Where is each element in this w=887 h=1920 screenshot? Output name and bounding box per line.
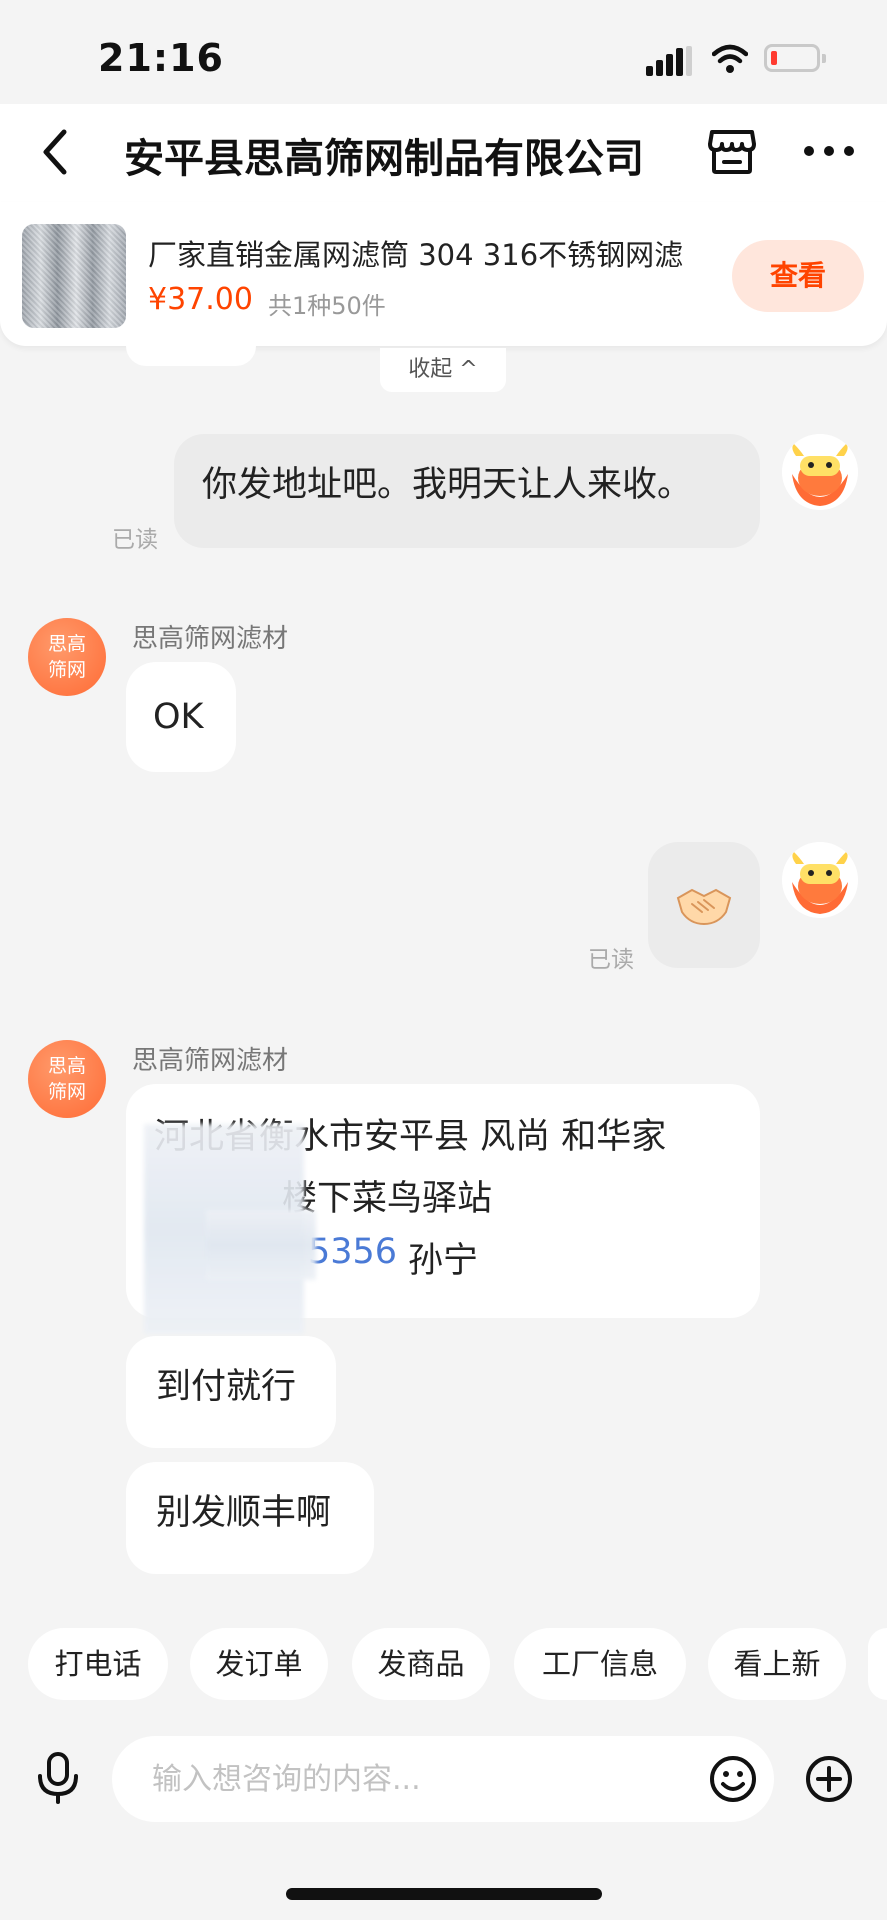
message-bubble-incoming: 别发顺丰啊 bbox=[126, 1462, 374, 1574]
handshake-emoji-icon bbox=[676, 888, 732, 926]
quick-action-factory-info[interactable]: 工厂信息 bbox=[514, 1628, 686, 1700]
back-chevron-icon[interactable] bbox=[36, 122, 76, 182]
shop-avatar[interactable]: 思高 筛网 bbox=[28, 618, 106, 696]
avatar-text: 筛网 bbox=[47, 1081, 86, 1103]
home-indicator bbox=[286, 1888, 602, 1900]
message-text: 你发地址吧。我明天让人来收。 bbox=[202, 465, 693, 505]
phone-number-partial[interactable]: 5356 bbox=[308, 1232, 397, 1272]
read-receipt: 已读 bbox=[588, 947, 634, 973]
microphone-icon[interactable] bbox=[36, 1752, 80, 1804]
message-text: OK bbox=[153, 697, 204, 737]
quick-action-new-arrivals[interactable]: 看上新 bbox=[708, 1628, 846, 1700]
message-bubble-outgoing: 你发地址吧。我明天让人来收。 bbox=[174, 434, 760, 548]
product-price: ¥37.00 bbox=[148, 282, 253, 317]
product-count: 共1种50件 bbox=[268, 292, 386, 320]
more-icon[interactable] bbox=[802, 140, 856, 162]
avatar-text: 思高 bbox=[47, 1055, 86, 1077]
product-title: 厂家直销金属网滤筒 304 316不锈钢网滤 bbox=[148, 238, 684, 272]
wifi-icon bbox=[712, 44, 748, 73]
quick-action-call[interactable]: 打电话 bbox=[28, 1628, 168, 1700]
user-avatar[interactable] bbox=[782, 842, 858, 918]
sender-name: 思高筛网滤材 bbox=[132, 624, 289, 654]
cellular-signal-icon bbox=[646, 46, 692, 76]
product-image[interactable] bbox=[22, 224, 126, 328]
message-bubble-incoming: 到付就行 bbox=[126, 1336, 336, 1448]
message-bubble-incoming: OK bbox=[126, 662, 236, 772]
plus-icon[interactable] bbox=[804, 1754, 854, 1804]
message-input-container[interactable] bbox=[112, 1736, 774, 1822]
shop-avatar[interactable]: 思高 筛网 bbox=[28, 1040, 106, 1118]
quick-action-send-order[interactable]: 发订单 bbox=[190, 1628, 328, 1700]
read-receipt: 已读 bbox=[112, 527, 158, 553]
partial-message-bubble bbox=[126, 346, 256, 366]
avatar-text: 思高 bbox=[47, 633, 86, 655]
view-product-button[interactable]: 查看 bbox=[732, 240, 864, 312]
page-title: 安平县思高筛网制品有限公司 bbox=[124, 136, 644, 182]
shop-icon[interactable] bbox=[706, 126, 758, 178]
message-text: 别发顺丰啊 bbox=[156, 1493, 332, 1533]
emoji-icon[interactable] bbox=[708, 1754, 758, 1804]
quick-action-more-partial[interactable] bbox=[868, 1628, 887, 1700]
quick-action-send-product[interactable]: 发商品 bbox=[352, 1628, 490, 1700]
message-text: 到付就行 bbox=[156, 1367, 297, 1407]
battery-icon bbox=[764, 44, 826, 72]
user-avatar[interactable] bbox=[782, 434, 858, 510]
redaction-blur bbox=[206, 1210, 316, 1280]
status-time: 21:16 bbox=[98, 36, 224, 80]
collapse-button[interactable]: 收起 ^ bbox=[380, 348, 506, 392]
avatar-text: 筛网 bbox=[47, 659, 86, 681]
recipient-name: 孙宁 bbox=[408, 1241, 479, 1281]
message-input[interactable] bbox=[152, 1736, 692, 1822]
sender-name: 思高筛网滤材 bbox=[132, 1046, 289, 1076]
